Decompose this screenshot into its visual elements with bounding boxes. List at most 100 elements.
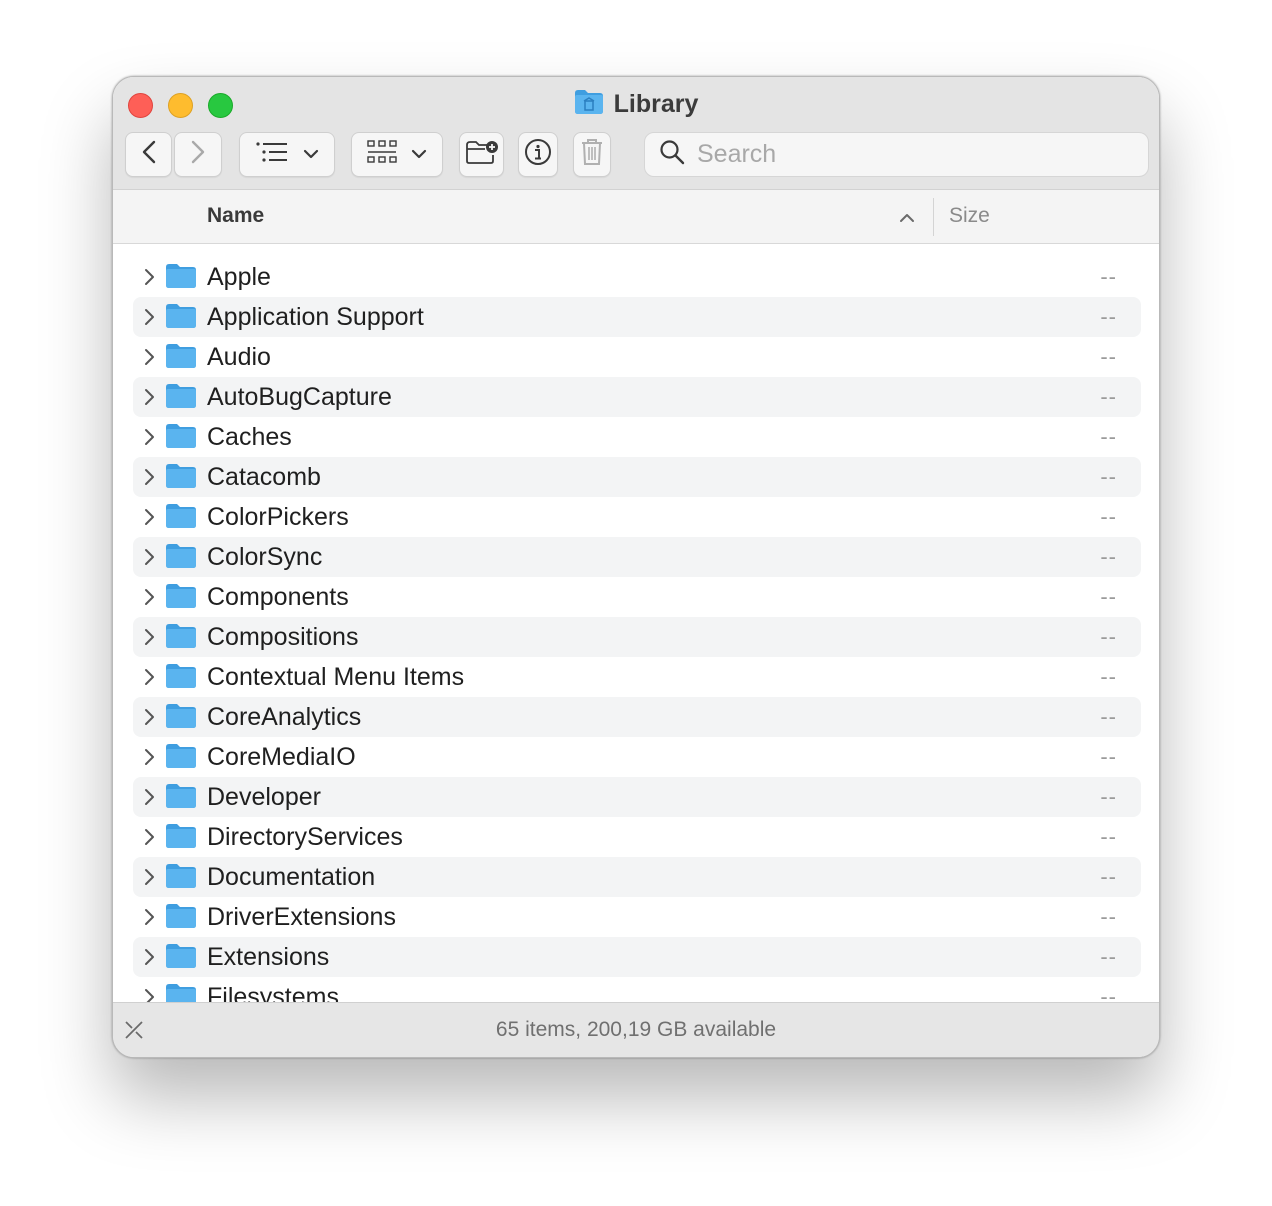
disclosure-triangle-icon[interactable] <box>143 587 155 612</box>
item-name: ColorSync <box>207 543 323 571</box>
list-item[interactable]: DriverExtensions -- <box>133 897 1141 937</box>
column-name-header[interactable]: Name <box>207 204 264 228</box>
list-item[interactable]: Developer -- <box>133 777 1141 817</box>
list-item[interactable]: Audio -- <box>133 337 1141 377</box>
list-item[interactable]: CoreAnalytics -- <box>133 697 1141 737</box>
item-size: -- <box>1100 984 1117 1003</box>
item-size: -- <box>1100 904 1117 929</box>
item-name: Compositions <box>207 623 359 651</box>
chevron-down-icon <box>411 146 427 164</box>
forward-button[interactable] <box>174 132 222 177</box>
search-icon <box>659 139 685 170</box>
item-size: -- <box>1100 864 1117 889</box>
item-name: CoreMediaIO <box>207 743 356 771</box>
disclosure-triangle-icon[interactable] <box>143 547 155 572</box>
disclosure-triangle-icon[interactable] <box>143 507 155 532</box>
list-item[interactable]: Catacomb -- <box>133 457 1141 497</box>
folder-icon <box>165 463 197 494</box>
item-name: Apple <box>207 263 271 291</box>
disclosure-triangle-icon[interactable] <box>143 667 155 692</box>
group-by-button[interactable] <box>351 132 443 177</box>
list-item[interactable]: ColorPickers -- <box>133 497 1141 537</box>
disclosure-triangle-icon[interactable] <box>143 787 155 812</box>
new-folder-button[interactable] <box>459 132 504 177</box>
folder-icon <box>165 783 197 814</box>
item-name: AutoBugCapture <box>207 383 392 411</box>
sort-ascending-icon[interactable] <box>899 210 915 228</box>
folder-icon <box>165 903 197 934</box>
list-item[interactable]: Apple -- <box>133 257 1141 297</box>
column-divider[interactable] <box>933 198 934 236</box>
folder-icon <box>165 503 197 534</box>
item-size: -- <box>1100 744 1117 769</box>
item-name: Application Support <box>207 303 424 331</box>
search-field[interactable] <box>644 132 1149 177</box>
disclosure-triangle-icon[interactable] <box>143 747 155 772</box>
list-item[interactable]: AutoBugCapture -- <box>133 377 1141 417</box>
disclosure-triangle-icon[interactable] <box>143 467 155 492</box>
folder-icon <box>165 703 197 734</box>
list-item[interactable]: CoreMediaIO -- <box>133 737 1141 777</box>
search-input[interactable] <box>697 140 1137 169</box>
status-text: 65 items, 200,19 GB available <box>495 1018 777 1041</box>
folder-icon <box>165 663 197 694</box>
item-size: -- <box>1100 664 1117 689</box>
list-item[interactable]: Extensions -- <box>133 937 1141 977</box>
disclosure-triangle-icon[interactable] <box>143 907 155 932</box>
disclosure-triangle-icon[interactable] <box>143 867 155 892</box>
disclosure-triangle-icon[interactable] <box>143 267 155 292</box>
list-view-button[interactable] <box>239 132 335 177</box>
item-name: Contextual Menu Items <box>207 663 465 691</box>
back-button[interactable] <box>125 132 172 177</box>
window-title: Library <box>113 89 1159 120</box>
item-name: Filesystems <box>207 983 339 1003</box>
chevron-left-icon <box>142 140 156 169</box>
item-name: Audio <box>207 343 271 371</box>
list-item[interactable]: Documentation -- <box>133 857 1141 897</box>
item-size: -- <box>1100 464 1117 489</box>
item-size: -- <box>1100 344 1117 369</box>
item-name: Catacomb <box>207 463 321 491</box>
item-name: Extensions <box>207 943 330 971</box>
file-list[interactable]: Apple -- Application Support -- Audio --… <box>113 245 1159 1003</box>
item-size: -- <box>1100 624 1117 649</box>
item-size: -- <box>1100 544 1117 569</box>
folder-icon <box>165 623 197 654</box>
list-item[interactable]: Filesystems -- <box>133 977 1141 1003</box>
disclosure-triangle-icon[interactable] <box>143 347 155 372</box>
item-name: DirectoryServices <box>207 823 403 851</box>
folder-icon <box>165 423 197 454</box>
item-size: -- <box>1100 944 1117 969</box>
disclosure-triangle-icon[interactable] <box>143 387 155 412</box>
disclosure-triangle-icon[interactable] <box>143 707 155 732</box>
list-item[interactable]: Compositions -- <box>133 617 1141 657</box>
folder-icon <box>165 543 197 574</box>
list-item[interactable]: Application Support -- <box>133 297 1141 337</box>
disclosure-triangle-icon[interactable] <box>143 987 155 1003</box>
folder-icon <box>165 823 197 854</box>
column-size-header[interactable]: Size <box>949 204 990 228</box>
toolbar: Library <box>113 77 1159 190</box>
folder-icon <box>165 743 197 774</box>
list-item[interactable]: Contextual Menu Items -- <box>133 657 1141 697</box>
trash-button[interactable] <box>573 132 611 177</box>
disclosure-triangle-icon[interactable] <box>143 827 155 852</box>
folder-icon <box>165 983 197 1003</box>
list-item[interactable]: Components -- <box>133 577 1141 617</box>
list-item[interactable]: ColorSync -- <box>133 537 1141 577</box>
disclosure-triangle-icon[interactable] <box>143 307 155 332</box>
list-item[interactable]: DirectoryServices -- <box>133 817 1141 857</box>
item-name: Caches <box>207 423 292 451</box>
disclosure-triangle-icon[interactable] <box>143 627 155 652</box>
disclosure-triangle-icon[interactable] <box>143 427 155 452</box>
item-name: Components <box>207 583 349 611</box>
disclosure-triangle-icon[interactable] <box>143 947 155 972</box>
folder-icon <box>165 583 197 614</box>
folder-icon <box>165 263 197 294</box>
item-size: -- <box>1100 504 1117 529</box>
get-info-button[interactable] <box>518 132 558 177</box>
window-title-text: Library <box>613 90 699 118</box>
list-item[interactable]: Caches -- <box>133 417 1141 457</box>
item-name: Documentation <box>207 863 376 891</box>
item-size: -- <box>1100 824 1117 849</box>
